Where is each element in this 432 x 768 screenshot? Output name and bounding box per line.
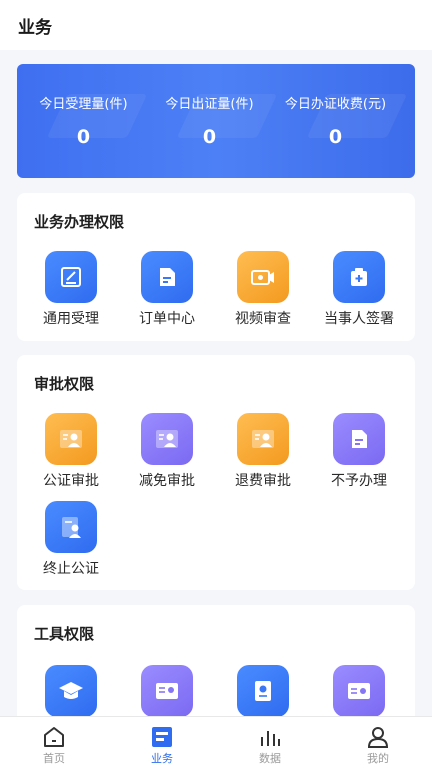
stats-banner: 今日受理量(件) 0 今日出证量(件) 0 今日办证收费(元) 0	[17, 64, 415, 178]
party-signing-button[interactable]: 当事人签署	[305, 251, 401, 335]
user-icon	[367, 727, 389, 748]
tab-label: 我的	[367, 752, 389, 765]
stat-today-issued[interactable]: 今日出证量(件) 0	[143, 64, 276, 178]
tab-label: 业务	[151, 752, 173, 765]
general-acceptance-button[interactable]: 通用受理	[17, 251, 113, 335]
tab-label: 首页	[43, 752, 65, 765]
stat-value: 0	[76, 126, 91, 148]
video-review-button[interactable]: 视频审查	[209, 251, 305, 335]
tab-data[interactable]: 数据	[216, 717, 324, 768]
tab-profile[interactable]: 我的	[324, 717, 432, 768]
item-label: 当事人签署	[324, 311, 394, 327]
item-label: 减免审批	[139, 473, 195, 489]
item-label: 退费审批	[235, 473, 291, 489]
header-bar: 业务	[0, 0, 432, 50]
tab-home[interactable]: 首页	[0, 717, 108, 768]
medical-kit-icon	[333, 251, 385, 303]
stat-label: 今日受理量(件)	[39, 97, 128, 112]
item-label: 公证审批	[43, 473, 99, 489]
id-card-icon	[141, 665, 193, 717]
item-label: 视频审查	[235, 311, 291, 327]
id-card-icon	[333, 665, 385, 717]
user-document-icon	[45, 501, 97, 553]
terminate-notarization-button[interactable]: 终止公证	[17, 501, 113, 585]
item-label: 终止公证	[43, 561, 99, 577]
fee-reduction-approval-button[interactable]: 减免审批	[113, 413, 209, 497]
stat-label: 今日办证收费(元)	[284, 97, 387, 112]
home-icon	[44, 727, 64, 747]
stat-today-fees[interactable]: 今日办证收费(元) 0	[269, 64, 402, 178]
stat-today-accepted[interactable]: 今日受理量(件) 0	[17, 64, 150, 178]
id-card-icon	[141, 413, 193, 465]
bottom-tab-bar: 首页 业务 数据 我的	[0, 716, 432, 768]
section-title: 审批权限	[34, 375, 95, 393]
item-label: 通用受理	[43, 311, 99, 327]
document-icon	[333, 413, 385, 465]
notary-approval-button[interactable]: 公证审批	[17, 413, 113, 497]
id-card-icon	[45, 413, 97, 465]
item-label: 订单中心	[139, 311, 195, 327]
bar-chart-icon	[261, 731, 280, 746]
briefcase-icon	[152, 727, 172, 747]
tab-label: 数据	[259, 752, 281, 765]
tab-business[interactable]: 业务	[108, 717, 216, 768]
section-title: 业务办理权限	[34, 213, 125, 231]
section-title: 工具权限	[34, 625, 95, 643]
video-camera-icon	[237, 251, 289, 303]
stat-value: 0	[202, 126, 217, 148]
business-permissions-card: 业务办理权限 通用受理 订单中心 视频审查 当事人签署	[17, 193, 415, 341]
stat-value: 0	[328, 126, 343, 148]
decline-handling-button[interactable]: 不予办理	[305, 413, 401, 497]
order-center-button[interactable]: 订单中心	[113, 251, 209, 335]
approval-permissions-card: 审批权限 公证审批 减免审批 退费审批 不予办理 终止公证	[17, 355, 415, 590]
refund-approval-button[interactable]: 退费审批	[209, 413, 305, 497]
page-title: 业务	[18, 18, 52, 38]
id-card-icon	[237, 413, 289, 465]
item-label: 不予办理	[331, 473, 387, 489]
stat-label: 今日出证量(件)	[165, 97, 254, 112]
graduation-cap-icon	[45, 665, 97, 717]
edit-form-icon	[45, 251, 97, 303]
certificate-icon	[237, 665, 289, 717]
document-icon	[141, 251, 193, 303]
